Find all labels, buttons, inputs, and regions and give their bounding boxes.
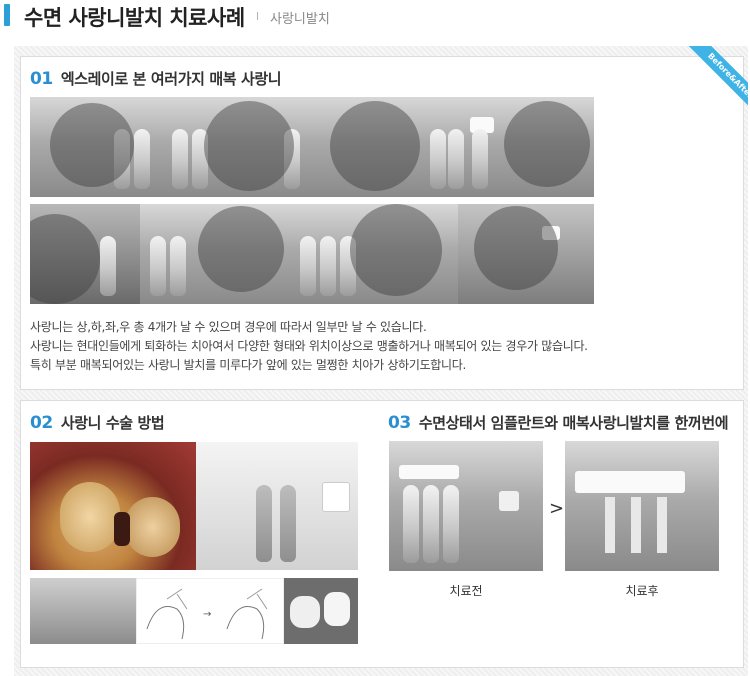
section3-heading: 03 수면상태서 임플란트와 매복사랑니발치를 한꺼번에 (388, 412, 729, 433)
page-title: 수면 사랑니발치 치료사례 (24, 6, 245, 30)
section1-title: 엑스레이로 본 여러가지 매복 사랑니 (60, 70, 282, 88)
xray-image-5 (30, 204, 140, 304)
intraoral-photo (30, 442, 196, 570)
section3-number: 03 (388, 413, 411, 433)
before-after-arrow: > (549, 498, 565, 519)
description-line-1: 사랑니는 상,하,좌,우 총 4개가 날 수 있으며 경우에 따라서 일부만 날… (30, 320, 427, 334)
xray-image-1 (30, 97, 164, 197)
title-separator: l (256, 10, 260, 23)
after-treatment-xray (565, 441, 719, 571)
before-after-ribbon: Before&After (672, 46, 748, 122)
section3-title: 수면상태서 임플란트와 매복사랑니발치를 한꺼번에 (418, 414, 729, 432)
ribbon-label: Before&After (681, 46, 748, 122)
section2-heading: 02 사랑니 수술 방법 (30, 412, 165, 433)
section2-title: 사랑니 수술 방법 (60, 414, 165, 432)
xray-image-3 (310, 97, 466, 197)
page-header: 수면 사랑니발치 치료사례 l 사랑니발치 (0, 0, 750, 38)
before-caption: 치료전 (449, 584, 483, 598)
procedure-xray-step (30, 578, 136, 644)
surgery-xray (196, 442, 358, 570)
breadcrumb-subtitle: 사랑니발치 (270, 12, 330, 27)
xray-image-8 (458, 204, 594, 304)
section1-heading: 01 엑스레이로 본 여러가지 매복 사랑니 (30, 68, 282, 89)
section2-number: 02 (30, 413, 53, 433)
title-accent-bar (4, 4, 10, 26)
svg-text:→: → (203, 609, 211, 620)
description-line-2: 사랑니는 현대인들에게 퇴화하는 치아여서 다양한 형태와 위치이상으로 맹출하… (30, 339, 588, 353)
before-treatment-xray (389, 441, 543, 571)
xray-image-7 (290, 204, 458, 304)
xray-image-4 (466, 97, 594, 197)
description-line-3: 특히 부분 매복되어있는 사랑니 발치를 미루다가 앞에 있는 멀쩡한 치아가 … (30, 358, 467, 372)
procedure-diagram: → (136, 578, 284, 644)
section1-number: 01 (30, 69, 53, 89)
xray-image-2 (164, 97, 310, 197)
after-caption: 치료후 (625, 584, 659, 598)
section1-description: 사랑니는 상,하,좌,우 총 4개가 날 수 있으며 경우에 따라서 일부만 날… (30, 318, 588, 375)
extracted-tooth-photo (284, 578, 358, 644)
xray-image-6 (140, 204, 290, 304)
